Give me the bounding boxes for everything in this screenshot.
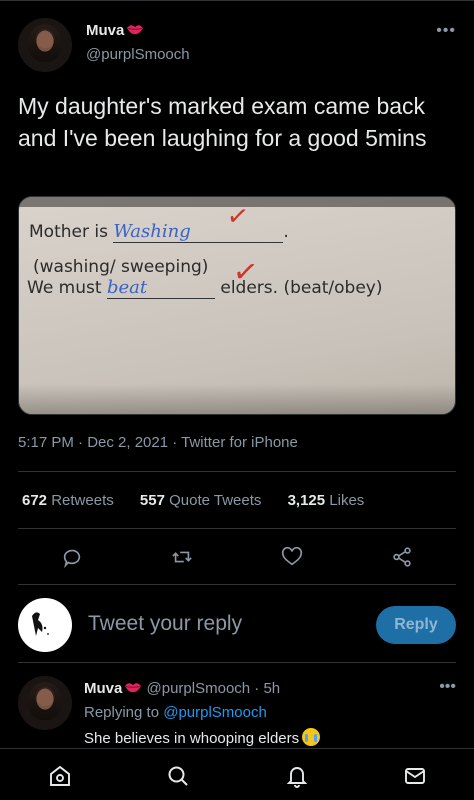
retweets-stat[interactable]: 672 Retweets [22,492,114,509]
divider [18,528,456,529]
reply-author-avatar[interactable] [18,676,72,730]
reply-button[interactable]: Reply [376,606,456,644]
tweet-media-image[interactable]: Mother is Washing. ✓ (washing/ sweeping)… [18,196,456,415]
user-avatar[interactable] [18,598,72,652]
crying-face-icon [302,728,321,746]
notifications-icon[interactable] [284,763,310,789]
share-icon[interactable] [385,540,419,574]
retweet-icon[interactable] [165,540,199,574]
exam-answer-1: Washing [113,221,191,242]
likes-stat[interactable]: 3,125 Likes [288,492,365,509]
search-icon[interactable] [165,763,191,789]
more-options-icon[interactable]: ••• [439,678,456,696]
exam-line-2: (washing/ sweeping) [33,257,209,277]
reply-icon[interactable] [55,540,89,574]
lips-kiss-icon [124,680,142,696]
reply-text: She believes in whooping elders [84,728,321,747]
author-handle[interactable]: @purplSmooch [86,46,190,63]
replying-to: Replying to @purplSmooch [84,704,267,721]
exam-line-1: Mother is Washing. [29,221,289,243]
like-icon[interactable] [275,540,309,574]
tweet-timestamp[interactable]: 5:17 PM · Dec 2, 2021 · Twitter for iPho… [18,434,298,451]
home-icon[interactable] [47,763,73,789]
reply-handle: @purplSmooch [146,680,251,697]
tweet-actions [0,540,474,574]
quote-tweets-stat[interactable]: 557 Quote Tweets [140,492,261,509]
replying-to-handle-link[interactable]: @purplSmooch [163,704,267,721]
author-avatar[interactable] [18,18,72,72]
exam-line-3: We must beat elders. (beat/obey) [27,277,383,299]
messages-icon[interactable] [402,763,428,789]
tweet-text: My daughter's marked exam came back and … [18,93,427,151]
red-tick-mark: ✓ [225,199,251,233]
photo-bottom-shadow [19,384,455,414]
top-divider [0,0,474,1]
divider [18,662,456,663]
divider [18,471,456,472]
reply-time: · 5h [254,680,281,697]
tweet-stats: 672 Retweets 557 Quote Tweets 3,125 Like… [22,492,386,509]
bottom-navigation [0,748,474,800]
red-cross-mark: ✓ [230,254,261,291]
author-name[interactable]: Muva [86,22,144,39]
more-options-icon[interactable]: ••• [436,22,456,40]
reply-input[interactable]: Tweet your reply [88,612,242,636]
lips-kiss-icon [126,22,144,38]
reply-author[interactable]: Muva @purplSmooch · 5h [84,680,280,697]
divider [18,584,456,585]
exam-answer-2: beat [106,277,148,298]
